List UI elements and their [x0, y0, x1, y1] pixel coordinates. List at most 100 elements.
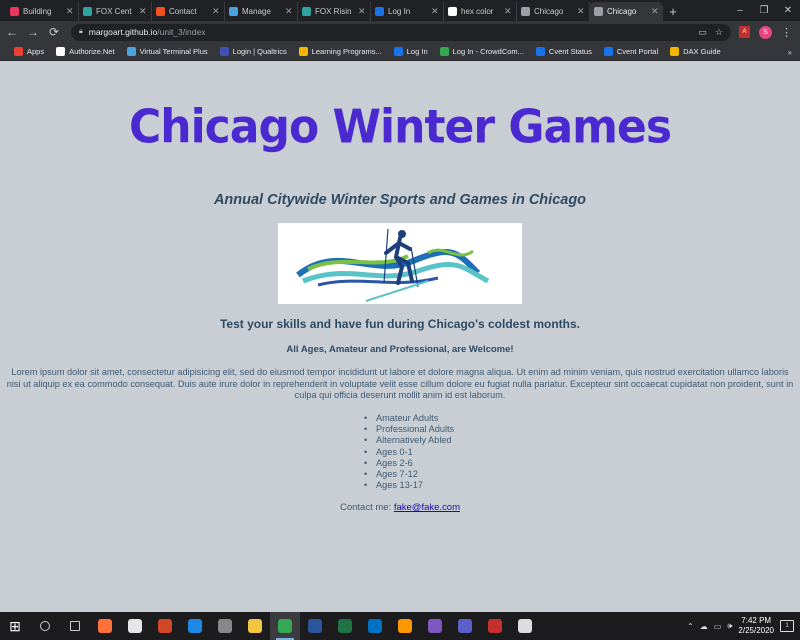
network-icon[interactable]: ▭ — [714, 622, 722, 631]
teams-icon[interactable] — [450, 612, 480, 640]
taskbar-glyph — [428, 619, 442, 633]
browser-tab[interactable]: Manage ✕ — [225, 2, 298, 21]
profile-avatar[interactable]: S — [759, 25, 772, 39]
bookmark-item[interactable]: Login | Qualtrics — [214, 47, 293, 56]
tab-label: Chicago — [607, 7, 637, 16]
browser-tab[interactable]: Building ✕ — [6, 2, 79, 21]
search-icon[interactable] — [30, 612, 60, 640]
browser-tab[interactable]: FOX Cent ✕ — [79, 2, 152, 21]
taskbar-clock[interactable]: 7:42 PM 2/25/2020 — [738, 616, 774, 636]
tab-close-icon[interactable]: ✕ — [285, 6, 293, 17]
tab-favicon-icon — [521, 7, 530, 16]
excel-icon[interactable] — [330, 612, 360, 640]
bookmark-item[interactable]: Authorize.Net — [50, 47, 120, 56]
tab-close-icon[interactable]: ✕ — [504, 6, 512, 17]
close-window-button[interactable]: ✕ — [776, 0, 800, 21]
tray-chevron-icon[interactable]: ⌃ — [687, 622, 694, 631]
bookmark-label: Learning Programs... — [311, 47, 382, 56]
sublime-icon[interactable] — [390, 612, 420, 640]
browser-tab[interactable]: Contact ✕ — [152, 2, 225, 21]
back-button[interactable]: ← — [3, 23, 21, 41]
tab-close-icon[interactable]: ✕ — [66, 6, 74, 17]
word-icon[interactable] — [300, 612, 330, 640]
tab-close-icon[interactable]: ✕ — [358, 6, 366, 17]
bookmark-item[interactable]: Cvent Status — [530, 47, 598, 56]
participant-groups-list: Amateur AdultsProfessional AdultsAlterna… — [363, 413, 454, 492]
bookmark-label: Cvent Status — [548, 47, 592, 56]
contact-email-link[interactable]: fake@fake.com — [394, 502, 460, 513]
bookmark-item[interactable]: Log In - CrowdCom... — [434, 47, 530, 56]
bookmark-label: Log In — [406, 47, 428, 56]
browser-tab[interactable]: Chicago ✕ — [590, 2, 663, 21]
bookmark-item[interactable]: Cvent Portal — [598, 47, 664, 56]
list-item: Ages 13-17 — [363, 480, 454, 491]
tab-close-icon[interactable]: ✕ — [212, 6, 220, 17]
lock-icon: 🔒︎ — [79, 28, 83, 35]
tab-close-icon[interactable]: ✕ — [431, 6, 439, 17]
bookmark-label: Authorize.Net — [69, 47, 115, 56]
minimize-button[interactable]: – — [728, 0, 752, 21]
notification-icon[interactable]: 1 — [780, 620, 794, 632]
maximize-button[interactable]: ❐ — [752, 0, 776, 21]
tagline: Test your skills and have fun during Chi… — [219, 317, 581, 331]
edge-icon[interactable] — [180, 612, 210, 640]
bookmark-item[interactable]: Log In — [388, 47, 434, 56]
browser-tab[interactable]: Chicago ✕ — [517, 2, 590, 21]
volume-icon[interactable]: 🕪︎ — [727, 621, 732, 631]
tab-favicon-icon — [302, 7, 311, 16]
skier-illustration — [278, 223, 522, 304]
taskbar-glyph — [458, 619, 472, 633]
app-icon[interactable] — [420, 612, 450, 640]
browser-tab[interactable]: Log In ✕ — [371, 2, 444, 21]
taskbar-glyph — [40, 621, 50, 631]
reload-button[interactable]: ⟳ — [45, 23, 63, 41]
file-explorer-icon[interactable] — [240, 612, 270, 640]
tab-label: Building — [23, 7, 52, 16]
tab-favicon-icon — [156, 7, 165, 16]
outlook-icon[interactable] — [360, 612, 390, 640]
browser-tab[interactable]: FOX Risin ✕ — [298, 2, 371, 21]
bookmark-favicon-icon — [14, 47, 23, 56]
taskbar-glyph — [518, 619, 532, 633]
tab-favicon-icon — [594, 7, 603, 16]
chrome-icon[interactable] — [270, 612, 300, 640]
window-controls: – ❐ ✕ — [728, 0, 800, 21]
bookmark-item[interactable]: Learning Programs... — [293, 47, 388, 56]
bookmark-star-icon[interactable]: ☆ — [715, 27, 723, 38]
bookmark-item[interactable]: DAX Guide — [664, 47, 727, 56]
tab-close-icon[interactable]: ✕ — [577, 6, 585, 17]
tab-strip: Building ✕ FOX Cent ✕ Contact ✕ Manage ✕ FOX Ris… — [0, 0, 800, 21]
tab-close-icon[interactable]: ✕ — [651, 6, 659, 17]
browser-toolbar: ← → ⟳ 🔒︎ margoart.github.io/unit_3/index… — [0, 21, 800, 43]
calculator-icon[interactable] — [210, 612, 240, 640]
address-bar[interactable]: 🔒︎ margoart.github.io/unit_3/index ▭ ☆ — [71, 23, 731, 41]
acrobat-extension-icon[interactable]: A — [739, 26, 750, 38]
list-item: Ages 0-1 — [363, 447, 454, 458]
acrobat-icon[interactable] — [480, 612, 510, 640]
taskbar-glyph — [128, 619, 142, 633]
cast-icon[interactable]: ▭ — [698, 27, 707, 38]
tab-close-icon[interactable]: ✕ — [139, 6, 147, 17]
new-tab-button[interactable]: + — [663, 2, 683, 21]
powerpoint-icon[interactable] — [150, 612, 180, 640]
page-title: Chicago Winter Games — [128, 100, 672, 155]
bookmark-favicon-icon — [393, 47, 403, 56]
taskbar-glyph — [368, 619, 382, 633]
bookmark-item[interactable]: Virtual Terminal Plus — [121, 47, 214, 56]
bookmark-label: Log In - CrowdCom... — [452, 47, 524, 56]
tab-label: hex color — [461, 7, 494, 16]
bookmarks-overflow-button[interactable]: » — [788, 43, 792, 61]
bookmark-item[interactable]: Apps — [8, 47, 50, 56]
menu-icon[interactable]: ⋮ — [781, 26, 792, 39]
browser-tab[interactable]: hex color ✕ — [444, 2, 517, 21]
windows-start-icon[interactable]: ⊞ — [0, 612, 30, 640]
firefox-icon[interactable] — [90, 612, 120, 640]
onedrive-icon[interactable]: ☁ — [700, 622, 708, 631]
settings-icon[interactable] — [510, 612, 540, 640]
forward-button[interactable]: → — [24, 23, 42, 41]
bookmark-favicon-icon — [219, 47, 229, 56]
task-view-icon[interactable] — [60, 612, 90, 640]
snip-icon[interactable] — [120, 612, 150, 640]
taskbar-glyph — [308, 619, 322, 633]
tab-favicon-icon — [375, 7, 384, 16]
